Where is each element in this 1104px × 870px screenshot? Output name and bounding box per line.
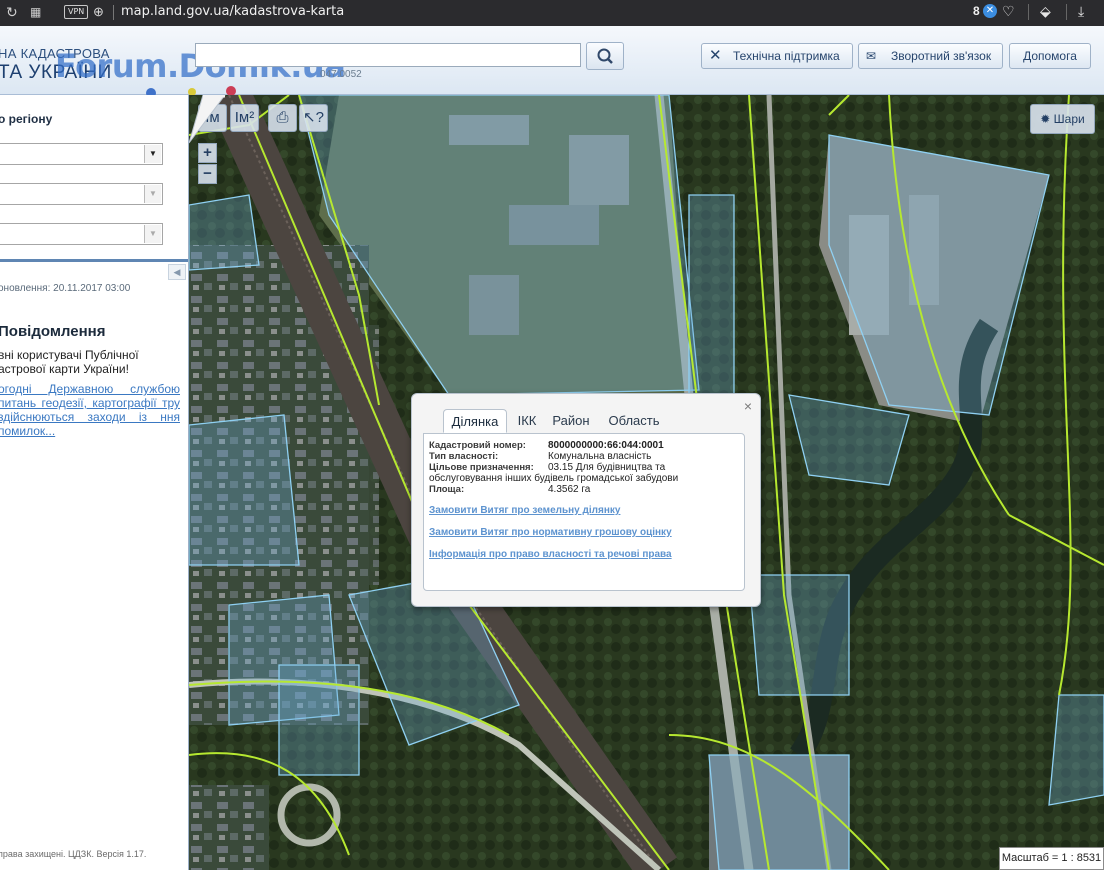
print-button[interactable]: ⎙: [268, 104, 297, 132]
area-row: Площа: 4.3562 га: [429, 484, 591, 495]
order-valuation-extract-link[interactable]: Замовити Витяг про нормативну грошову оц…: [429, 527, 672, 538]
message-title: Повідомлення: [0, 323, 106, 340]
order-land-extract-link[interactable]: Замовити Витяг про земельну ділянку: [429, 505, 620, 516]
search-hint: 047:0052: [320, 69, 362, 80]
layers-button[interactable]: ✹ Шари: [1030, 104, 1095, 134]
reload-icon[interactable]: ↻: [6, 4, 18, 21]
search-panel: о регіону ▼ ▼ ▼ ◀ оновлення: 20.11.2017 …: [0, 95, 189, 870]
ownership-info-link[interactable]: Інформація про право власності та речові…: [429, 549, 672, 560]
message-text: вні користувачі Публічної астрової карти…: [0, 348, 139, 376]
tab-parcel[interactable]: Ділянка: [443, 409, 507, 433]
vpn-badge[interactable]: VPN: [64, 5, 89, 19]
panel-divider: ◀: [0, 259, 188, 282]
grid-icon[interactable]: ▦: [30, 5, 41, 19]
toolbar-divider: [1066, 4, 1067, 20]
parcel-info-popup: × Ділянка ІКК Район Область Кадастровий …: [411, 393, 761, 607]
url-separator: [113, 5, 114, 20]
gear-icon: ✹: [1040, 112, 1051, 126]
download-icon[interactable]: ⤓: [1078, 3, 1084, 20]
search-icon: [597, 48, 613, 64]
cursor-question-icon: ↖?: [303, 109, 324, 126]
site-header: НА КАДАСТРОВА ТА УКРАЇНИ Forum.Domik.ua …: [0, 26, 1104, 98]
zoom-in-button[interactable]: +: [198, 143, 217, 163]
cadastral-search-input[interactable]: [195, 43, 581, 67]
globe-icon: ⊕: [93, 4, 104, 19]
collapse-panel-button[interactable]: ◀: [168, 264, 186, 280]
chevron-down-icon: ▼: [144, 185, 161, 203]
chevron-down-icon: ▼: [144, 225, 161, 243]
help-button[interactable]: Допомога: [1009, 43, 1091, 69]
update-timestamp: оновлення: 20.11.2017 03:00: [0, 283, 131, 294]
district-select[interactable]: ▼: [0, 183, 163, 205]
parcel-details: Кадастровий номер: 8000000000:66:044:000…: [423, 433, 745, 591]
settlement-select[interactable]: ▼: [0, 223, 163, 245]
tech-support-button[interactable]: ✕ Технічна підтримка: [701, 43, 853, 69]
zoom-out-button[interactable]: −: [198, 164, 217, 184]
printer-icon: ⎙: [276, 109, 289, 126]
tab-ikk[interactable]: ІКК: [511, 409, 543, 433]
tab-region[interactable]: Область: [601, 409, 667, 433]
feedback-button[interactable]: ✉ Зворотний зв'язок: [858, 43, 1003, 69]
heart-icon[interactable]: ♡: [1002, 3, 1015, 20]
search-button[interactable]: [586, 42, 624, 70]
close-icon[interactable]: ×: [744, 398, 752, 414]
chevron-down-icon: ▼: [144, 145, 161, 163]
browser-toolbar: ↻ ▦ VPN ⊕ map.land.gov.ua/kadastrova-kar…: [0, 0, 1104, 26]
message-link[interactable]: огодні Державною службою питань геодезії…: [0, 382, 180, 438]
region-search-title: о регіону: [0, 112, 53, 126]
popup-pointer: [189, 95, 226, 144]
copyright-footer: права захищені. ЦДЗК. Версія 1.17.: [0, 849, 147, 859]
cadastral-number: 8000000000:66:044:0001: [548, 440, 664, 451]
identify-button[interactable]: ↖?: [299, 104, 328, 132]
envelope-icon: ✉: [866, 49, 877, 63]
tools-icon: ✕: [709, 47, 722, 64]
tab-count: 8: [973, 4, 980, 18]
tab-district[interactable]: Район: [545, 409, 597, 433]
address-bar[interactable]: map.land.gov.ua/kadastrova-karta: [121, 4, 344, 19]
toolbar-divider: [1028, 4, 1029, 20]
measure-area-button[interactable]: Iм²: [230, 104, 259, 132]
region-select[interactable]: ▼: [0, 143, 163, 165]
cadastral-map[interactable]: Iм Iм² ⎙ ↖? + − ✹ Шари Масштаб = 1 : 853…: [189, 95, 1104, 870]
extension-icon[interactable]: ⬙: [1040, 3, 1051, 20]
close-badge-icon[interactable]: ✕: [983, 4, 997, 18]
purpose-row: Цільове призначення: 03.15 Для будівницт…: [429, 462, 679, 484]
map-scale: Масштаб = 1 : 8531: [999, 847, 1104, 870]
